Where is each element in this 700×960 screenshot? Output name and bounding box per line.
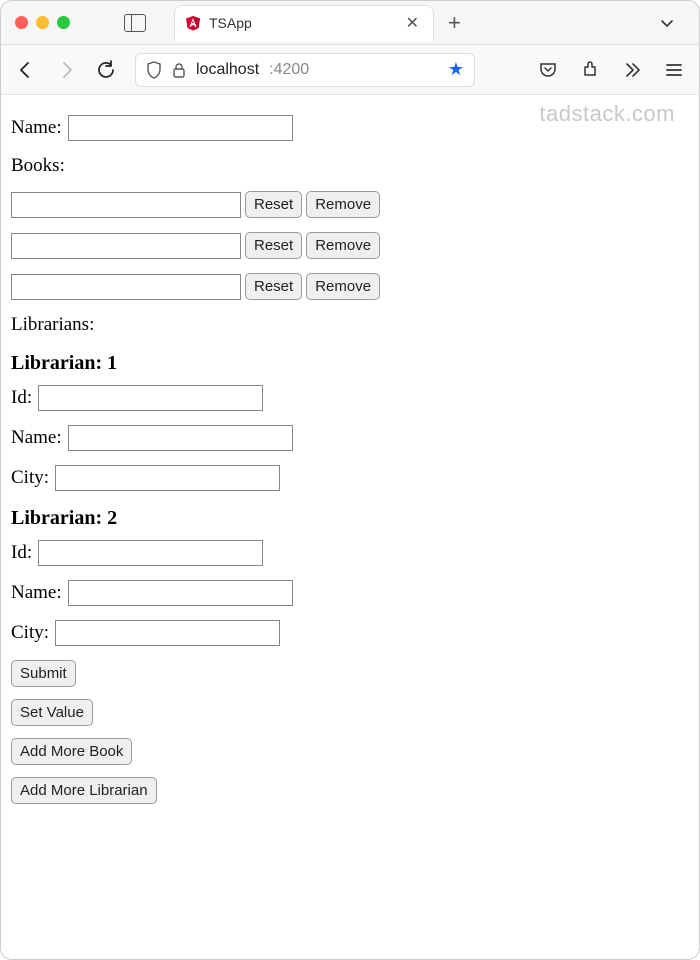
url-port: :4200: [269, 61, 309, 79]
book-row: Reset Remove: [11, 232, 689, 259]
reload-button[interactable]: [95, 59, 117, 81]
books-label: Books:: [11, 155, 689, 177]
window-close-button[interactable]: [15, 16, 28, 29]
shield-icon: [146, 61, 162, 79]
librarian-city-label: City:: [11, 622, 49, 644]
librarian-name-input[interactable]: [68, 425, 293, 451]
tab-close-icon[interactable]: ✕: [402, 13, 423, 33]
librarian-city-label: City:: [11, 467, 49, 489]
lock-icon: [172, 62, 186, 78]
book-input[interactable]: [11, 274, 241, 300]
hamburger-menu-icon[interactable]: [663, 59, 685, 81]
book-input[interactable]: [11, 192, 241, 218]
name-label: Name:: [11, 117, 62, 139]
librarian-id-label: Id:: [11, 542, 32, 564]
back-button[interactable]: [15, 59, 37, 81]
librarian-id-label: Id:: [11, 387, 32, 409]
book-reset-button[interactable]: Reset: [245, 232, 302, 259]
bookmark-star-icon[interactable]: ★: [448, 59, 464, 80]
browser-tab[interactable]: TSApp ✕: [174, 5, 434, 41]
browser-toolbar: localhost :4200 ★: [1, 45, 699, 95]
name-input[interactable]: [68, 115, 293, 141]
book-remove-button[interactable]: Remove: [306, 273, 380, 300]
forward-button[interactable]: [55, 59, 77, 81]
set-value-button[interactable]: Set Value: [11, 699, 93, 726]
librarian-city-input[interactable]: [55, 465, 280, 491]
librarian-heading: Librarian: 2: [11, 507, 689, 530]
book-input[interactable]: [11, 233, 241, 259]
extensions-icon[interactable]: [579, 59, 601, 81]
librarian-name-input[interactable]: [68, 580, 293, 606]
librarian-heading: Librarian: 1: [11, 352, 689, 375]
librarian-id-input[interactable]: [38, 385, 263, 411]
book-remove-button[interactable]: Remove: [306, 191, 380, 218]
tab-title: TSApp: [209, 15, 394, 31]
book-remove-button[interactable]: Remove: [306, 232, 380, 259]
add-more-librarian-button[interactable]: Add More Librarian: [11, 777, 157, 804]
window-controls: [1, 16, 84, 29]
window-minimize-button[interactable]: [36, 16, 49, 29]
submit-button[interactable]: Submit: [11, 660, 76, 687]
overflow-chevrons-icon[interactable]: [621, 59, 643, 81]
new-tab-button[interactable]: +: [448, 12, 461, 34]
url-bar[interactable]: localhost :4200 ★: [135, 53, 475, 87]
pocket-icon[interactable]: [537, 59, 559, 81]
add-more-book-button[interactable]: Add More Book: [11, 738, 132, 765]
angular-favicon-icon: [185, 15, 201, 31]
books-list: Reset Remove Reset Remove Reset Remove: [11, 191, 689, 300]
tabs-overflow-icon[interactable]: [635, 15, 699, 31]
watermark-text: tadstack.com: [539, 101, 675, 127]
librarian-name-label: Name:: [11, 427, 62, 449]
librarian-city-input[interactable]: [55, 620, 280, 646]
window-maximize-button[interactable]: [57, 16, 70, 29]
book-reset-button[interactable]: Reset: [245, 273, 302, 300]
sidebar-toggle-icon[interactable]: [124, 14, 146, 32]
window-titlebar: TSApp ✕ +: [1, 1, 699, 45]
page-content: tadstack.com Name: Books: Reset Remove R…: [1, 95, 699, 814]
book-row: Reset Remove: [11, 273, 689, 300]
librarian-id-input[interactable]: [38, 540, 263, 566]
book-row: Reset Remove: [11, 191, 689, 218]
book-reset-button[interactable]: Reset: [245, 191, 302, 218]
librarian-name-label: Name:: [11, 582, 62, 604]
url-host: localhost: [196, 61, 259, 79]
librarians-label: Librarians:: [11, 314, 689, 336]
